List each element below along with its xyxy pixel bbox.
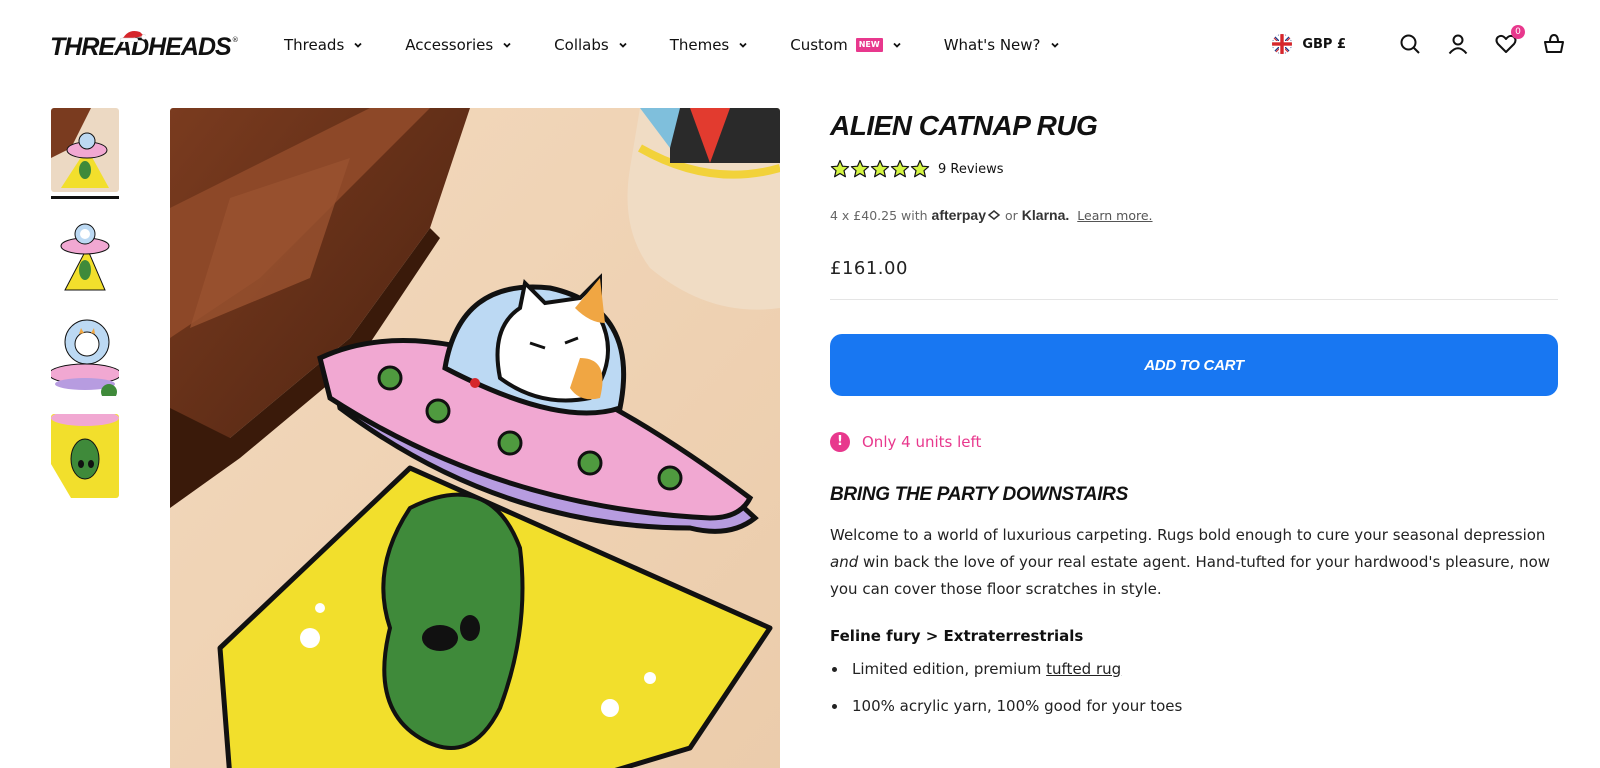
new-badge: NEW [855,38,883,52]
product-price: £161.00 [830,258,908,279]
alert-icon: ! [830,432,850,452]
nav-custom[interactable]: Custom NEW [790,36,901,54]
thumbnail-3[interactable] [51,312,119,396]
klarna-logo: Klarna. [1021,207,1070,223]
nav-whats-new[interactable]: What's New? [944,36,1060,54]
uk-flag-icon [1272,34,1293,54]
thumbnail-list [51,108,119,516]
star-rating[interactable] [830,159,930,179]
or-text: or [1005,207,1018,223]
chevron-down-icon [619,42,627,48]
currency-label: GBP £ [1302,36,1346,52]
currency-selector[interactable]: GBP £ [1272,34,1346,54]
nav-accessories[interactable]: Accessories [405,36,512,54]
wishlist-count-badge: 0 [1511,25,1525,39]
cart-basket-icon[interactable] [1542,32,1566,56]
registered-mark: ® [231,36,239,44]
header-tools: GBP £ 0 [1272,25,1566,56]
list-item: 100% acrylic yarn, 100% good for your to… [830,696,1558,716]
tufted-rug-link[interactable]: tufted rug [1046,660,1121,678]
add-to-cart-button[interactable]: ADD TO CART [830,334,1558,396]
nav-collabs[interactable]: Collabs [554,36,628,54]
installments-info: 4 x £40.25 with afterpay or Klarna. Lear… [830,206,1558,224]
reviews-link[interactable]: 9 Reviews [938,162,1004,177]
thumbnail-4[interactable] [51,414,119,498]
star-icon [890,159,910,178]
chevron-down-icon [354,42,362,48]
description-heading: BRING THE PARTY DOWNSTAIRS [830,484,1128,505]
feature-list: Limited edition, premium tufted rug 100%… [830,659,1558,716]
main-product-image[interactable] [170,108,780,768]
site-logo[interactable]: THREADHEADS ® [50,30,239,64]
afterpay-arrows-icon [987,210,1001,220]
product-title: ALIEN CATNAP RUG [830,110,1098,141]
thumbnail-2[interactable] [51,210,119,294]
divider [830,299,1558,300]
list-item: Limited edition, premium tufted rug [830,659,1558,679]
star-icon [870,159,890,178]
site-header: THREADHEADS ® Threads Accessories Collab… [0,0,1600,90]
santa-hat-icon [120,31,146,42]
nav-themes[interactable]: Themes [670,36,749,54]
star-icon [850,159,870,178]
search-icon[interactable] [1398,32,1422,56]
stock-warning: ! Only 4 units left [830,432,1558,452]
thumbnail-1[interactable] [51,108,119,192]
rug-photo [170,108,780,768]
product-info: ALIEN CATNAP RUG 9 Reviews 4 x £40.25 wi… [830,108,1558,733]
nav-threads[interactable]: Threads [284,36,363,54]
account-icon[interactable] [1446,32,1470,56]
active-thumbnail-indicator [51,196,119,199]
features-heading: Feline fury > Extraterrestrials [830,627,1084,645]
afterpay-logo: afterpay [931,207,986,223]
star-icon [830,159,850,178]
chevron-down-icon [739,42,747,48]
rating-row: 9 Reviews [830,158,1558,180]
product-description: Welcome to a world of luxurious carpetin… [830,526,1551,598]
main-nav: Threads Accessories Collabs Themes Custo… [284,33,1102,57]
wishlist-icon[interactable]: 0 [1494,25,1525,56]
chevron-down-icon [893,42,901,48]
star-icon [910,159,930,178]
stock-message: Only 4 units left [862,433,982,451]
installments-text: 4 x £40.25 with [830,207,928,223]
learn-more-link[interactable]: Learn more. [1077,208,1152,223]
add-to-cart-label: ADD TO CART [1144,356,1244,374]
chevron-down-icon [503,42,511,48]
chevron-down-icon [1050,42,1059,48]
